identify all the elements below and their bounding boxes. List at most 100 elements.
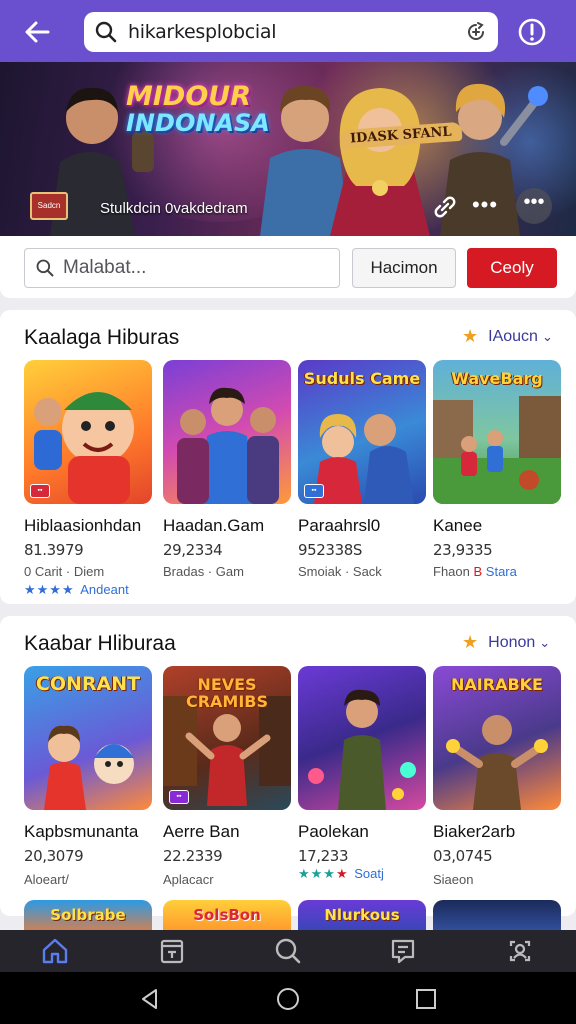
link-icon[interactable] xyxy=(428,190,462,224)
search-icon[interactable] xyxy=(271,934,305,968)
home-icon[interactable] xyxy=(38,934,72,968)
game-meta-badge: B xyxy=(473,564,483,579)
game-tile-title: SolsBon xyxy=(193,906,261,924)
game-tile-title: WaveBarg xyxy=(451,369,543,388)
game-section-2: Kaabar Hliburaa ★ Honon ⌄ CONRANT Kapbsm… xyxy=(0,616,576,916)
section-more-label: IAoucn xyxy=(488,327,538,345)
filter-search-input[interactable]: Malabat... xyxy=(24,248,340,288)
rating-stars: ★★★★ xyxy=(24,582,75,597)
game-meta: Fhaon B Stara xyxy=(433,564,517,579)
game-meta: Smoiak · Sack xyxy=(298,564,382,579)
platform-badge: ▪▪ xyxy=(169,790,189,804)
game-count: 03,0745 xyxy=(433,847,493,865)
home-circle-icon[interactable] xyxy=(275,986,301,1012)
game-name: Paolekan xyxy=(298,822,369,841)
platform-badge: ▪▪ xyxy=(30,484,50,498)
game-meta: 0 Carit · Diem xyxy=(24,564,105,579)
back-triangle-icon[interactable] xyxy=(137,986,163,1012)
game-name: Biaker2arb xyxy=(433,822,516,841)
game-thumbnail[interactable]: Suduls Came ▪▪ xyxy=(298,360,426,504)
rating-stars: ★★★ xyxy=(298,866,336,881)
game-tile-title: Suduls Came xyxy=(303,369,421,388)
game-tile-title: CONRANT xyxy=(35,673,141,695)
filter-primary-button[interactable]: Ceoly xyxy=(467,248,557,288)
voice-search-icon[interactable] xyxy=(464,20,488,44)
filter-bar: Malabat... Hacimon Ceoly xyxy=(0,236,576,298)
chat-icon[interactable] xyxy=(386,934,420,968)
search-icon xyxy=(36,259,54,277)
search-icon xyxy=(95,21,117,43)
game-thumbnail[interactable]: WaveBarg xyxy=(433,360,561,504)
game-count: 22.2339 xyxy=(163,847,223,865)
game-name: Hiblaasionhdan xyxy=(24,516,142,535)
section-title: Kaabar Hliburaa xyxy=(24,632,176,655)
game-rating: ★★★★ Andeant xyxy=(24,582,129,598)
hero-title-line2: INDONASA xyxy=(126,109,270,137)
hero-title-line1: MIDOUR xyxy=(126,81,251,112)
game-thumbnail[interactable] xyxy=(298,666,426,810)
game-meta: Bradas · Gam xyxy=(163,564,244,579)
star-icon: ★ xyxy=(462,326,479,346)
more-options-icon[interactable]: ••• xyxy=(516,188,552,224)
game-name: Aerre Ban xyxy=(163,822,240,841)
game-name: Kapbsmunanta xyxy=(24,822,139,841)
game-rating: ★★★★ Soatj xyxy=(298,866,384,882)
search-bar[interactable]: hikarkesplobcial xyxy=(84,12,498,52)
game-art xyxy=(177,387,279,504)
filter-secondary-button[interactable]: Hacimon xyxy=(352,248,456,288)
game-thumbnail[interactable]: CONRANT xyxy=(24,666,152,810)
rating-label: Andeant xyxy=(80,582,129,597)
profile-icon[interactable] xyxy=(503,934,537,968)
rating-label: Soatj xyxy=(354,866,384,881)
game-meta-link: Stara xyxy=(485,564,517,579)
chevron-down-icon: ⌄ xyxy=(539,634,551,650)
game-tile-title: Solbrabe xyxy=(50,906,126,924)
game-count: 17,233 xyxy=(298,847,349,865)
game-count: 952338S xyxy=(298,541,362,559)
filter-search-placeholder: Malabat... xyxy=(63,257,147,278)
game-meta: Aloeart/ xyxy=(24,872,69,887)
alert-circle-icon[interactable] xyxy=(514,14,550,50)
game-thumbnail[interactable] xyxy=(163,360,291,504)
chevron-down-icon: ⌄ xyxy=(541,328,553,344)
bottom-navigation xyxy=(0,930,576,972)
top-app-bar: hikarkesplobcial xyxy=(0,0,576,62)
hero-title: MIDOUR INDONASA xyxy=(126,81,270,137)
app-screen: hikarkesplobcial MIDOUR INDONASA IDASK S… xyxy=(0,0,576,1024)
recents-square-icon[interactable] xyxy=(413,986,439,1012)
hero-banner[interactable]: MIDOUR INDONASA IDASK SFANL Sadcn Stulkd… xyxy=(0,62,576,236)
game-section-1: Kaalaga Hiburas ★ IAoucn ⌄ ▪▪ Hiblaasion… xyxy=(0,310,576,604)
game-meta: Aplacacr xyxy=(163,872,214,887)
game-count: 23,9335 xyxy=(433,541,493,559)
game-meta-prefix: Fhaon xyxy=(433,564,470,579)
calendar-icon[interactable] xyxy=(155,934,189,968)
star-icon: ★ xyxy=(462,632,479,652)
arrow-left-icon[interactable] xyxy=(20,14,56,50)
game-name: Paraahrsl0 xyxy=(298,516,381,535)
system-navigation-bar xyxy=(0,972,576,1024)
game-art xyxy=(34,392,134,504)
platform-badge: ▪▪ xyxy=(304,484,324,498)
section-more-link[interactable]: ★ IAoucn ⌄ xyxy=(462,326,553,347)
game-thumbnail[interactable]: NEVES CRAMIBS ▪▪ xyxy=(163,666,291,810)
game-count: 81.3979 xyxy=(24,541,84,559)
section-title: Kaalaga Hiburas xyxy=(24,326,180,349)
game-tile-title: Nlurkous xyxy=(324,906,400,924)
hero-subtitle: Stulkdcin 0vakdedram xyxy=(100,200,248,217)
game-tile-title: NAIRABKE xyxy=(451,675,543,694)
game-name: Haadan.Gam xyxy=(163,516,265,535)
game-thumbnail[interactable]: NAIRABKE xyxy=(433,666,561,810)
game-art xyxy=(308,689,416,810)
hero-logo: Sadcn xyxy=(30,192,68,220)
game-tile-title: NEVES CRAMIBS xyxy=(185,675,269,711)
section-more-link[interactable]: ★ Honon ⌄ xyxy=(462,632,550,653)
game-count: 20,3079 xyxy=(24,847,84,865)
game-meta: Siaeon xyxy=(433,872,474,887)
more-dots-icon[interactable]: ••• xyxy=(470,194,500,220)
game-name: Kanee xyxy=(433,516,483,535)
rating-star-extra: ★ xyxy=(335,866,349,881)
section-more-label: Honon xyxy=(488,633,536,651)
game-thumbnail[interactable]: ▪▪ xyxy=(24,360,152,504)
search-query[interactable]: hikarkesplobcial xyxy=(128,21,464,43)
game-count: 29,2334 xyxy=(163,541,223,559)
